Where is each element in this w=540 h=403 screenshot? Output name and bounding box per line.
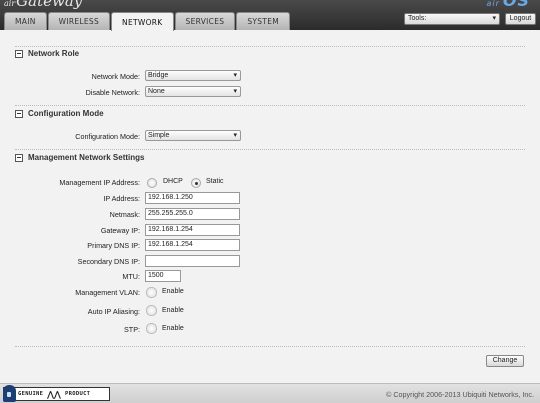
netmask-input[interactable]: 255.255.255.0 (145, 208, 240, 220)
os-logo-name: OS (502, 0, 530, 10)
tab-main[interactable]: MAIN (4, 12, 47, 30)
tools-select[interactable]: Tools: ▾ (404, 13, 500, 25)
stp-checkbox[interactable] (146, 323, 157, 334)
brand-logo: airGateway (4, 0, 82, 10)
section-divider (15, 46, 525, 47)
section-configuration-mode: Configuration Mode (15, 109, 104, 118)
ubnt-logo-icon: ⋀⋀ (47, 389, 62, 399)
disable-network-value: None (148, 88, 165, 95)
logout-button[interactable]: Logout (505, 13, 536, 25)
stp-label: STP: (124, 325, 140, 334)
chevron-down-icon: ▾ (233, 88, 237, 95)
footer: GENUINE ⋀⋀ PRODUCT © Copyright 2006-2013… (0, 383, 540, 403)
secondary-dns-label: Secondary DNS IP: (77, 257, 140, 266)
collapse-icon[interactable] (15, 109, 23, 118)
top-header: airGateway air OS MAIN WIRELESS NETWORK S… (0, 0, 540, 31)
chevron-down-icon: ▾ (233, 72, 237, 79)
tools-select-value: Tools: (408, 15, 427, 22)
management-vlan-checkbox[interactable] (146, 287, 157, 298)
disable-network-select[interactable]: None ▾ (145, 86, 241, 97)
brand-prefix: air (4, 0, 16, 8)
configuration-mode-value: Simple (148, 132, 170, 139)
primary-dns-input[interactable]: 192.168.1.254 (145, 239, 240, 251)
disable-network-label: Disable Network: (85, 88, 140, 97)
collapse-icon[interactable] (15, 153, 23, 162)
ip-address-label: IP Address: (103, 194, 140, 203)
auto-ip-aliasing-checkbox[interactable] (146, 305, 157, 316)
change-button[interactable]: Change (486, 355, 524, 367)
section-management-network: Management Network Settings (15, 153, 144, 162)
genuine-product-badge: GENUINE ⋀⋀ PRODUCT (3, 385, 110, 402)
static-radio-label: Static (206, 178, 224, 185)
section-divider (15, 105, 525, 106)
section-title: Network Role (28, 49, 80, 58)
tab-services[interactable]: SERVICES (174, 12, 236, 30)
netmask-label: Netmask: (109, 210, 140, 219)
os-logo: air OS (486, 0, 530, 10)
section-divider (15, 346, 525, 347)
network-mode-label: Network Mode: (91, 72, 140, 81)
dhcp-radio[interactable] (147, 178, 157, 188)
main-tabs: MAIN WIRELESS NETWORK SERVICES SYSTEM (4, 12, 291, 31)
section-network-role: Network Role (15, 49, 79, 58)
configuration-mode-select[interactable]: Simple ▾ (145, 130, 241, 141)
ip-address-input[interactable]: 192.168.1.250 (145, 192, 240, 204)
section-divider (15, 149, 525, 150)
secondary-dns-input[interactable] (145, 255, 240, 267)
chevron-down-icon: ▾ (233, 132, 237, 139)
badge-right-text: PRODUCT (65, 391, 91, 397)
auto-ip-aliasing-enable-label: Enable (162, 307, 184, 314)
primary-dns-label: Primary DNS IP: (87, 241, 140, 250)
lock-icon (3, 385, 16, 402)
tab-system[interactable]: SYSTEM (236, 12, 291, 30)
management-vlan-enable-label: Enable (162, 288, 184, 295)
gateway-ip-label: Gateway IP: (100, 226, 140, 235)
static-radio[interactable] (191, 178, 201, 188)
tab-wireless[interactable]: WIRELESS (47, 12, 111, 30)
tab-network[interactable]: NETWORK (111, 12, 174, 31)
network-mode-value: Bridge (148, 72, 169, 79)
os-logo-prefix: air (486, 0, 500, 8)
mtu-input[interactable]: 1500 (145, 270, 181, 282)
configuration-mode-label: Configuration Mode: (75, 132, 140, 141)
badge-left-text: GENUINE (18, 391, 44, 397)
brand-name: Gateway (16, 0, 83, 10)
network-mode-select[interactable]: Bridge ▾ (145, 70, 241, 81)
auto-ip-aliasing-label: Auto IP Aliasing: (87, 307, 140, 316)
collapse-icon[interactable] (15, 49, 23, 58)
section-title: Management Network Settings (28, 153, 145, 162)
management-ip-label: Management IP Address: (59, 178, 140, 187)
copyright-text: © Copyright 2006-2013 Ubiquiti Networks,… (386, 390, 534, 399)
mtu-label: MTU: (122, 272, 140, 281)
chevron-down-icon: ▾ (492, 15, 496, 22)
gateway-ip-input[interactable]: 192.168.1.254 (145, 224, 240, 236)
dhcp-radio-label: DHCP (163, 178, 183, 185)
stp-enable-label: Enable (162, 325, 184, 332)
section-title: Configuration Mode (28, 109, 104, 118)
management-vlan-label: Management VLAN: (75, 288, 140, 297)
